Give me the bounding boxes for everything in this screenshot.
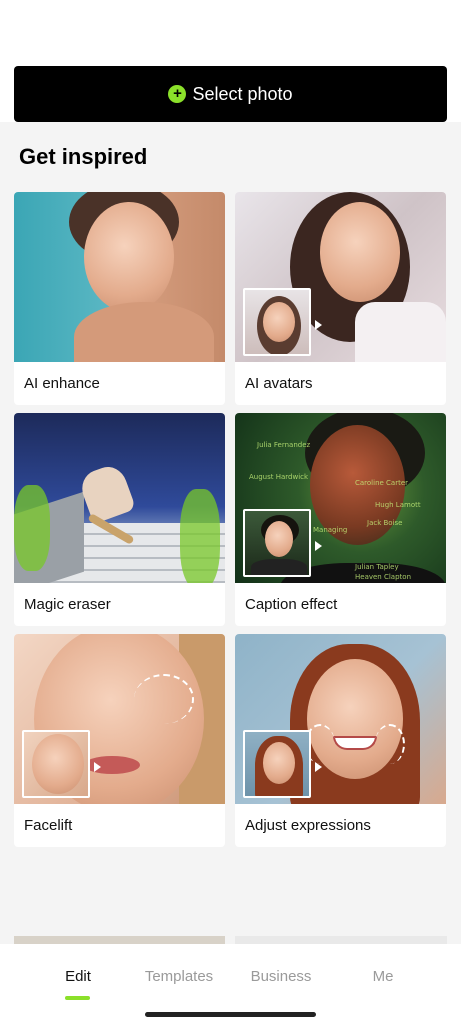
card-adjust-expressions[interactable]: Adjust expressions [235,634,446,847]
nav-item-edit[interactable]: Edit [28,968,128,985]
erase-highlight [180,489,220,583]
caption-line: Julia Fernandez [257,441,311,449]
thumb-face [265,521,293,557]
nav-item-me[interactable]: Me [333,968,433,985]
section-title: Get inspired [19,144,148,169]
partial-card [235,936,447,944]
plus-circle-icon: + [168,85,187,103]
expression-source-thumbnail [243,730,311,798]
magic-eraser-preview-image [14,413,225,583]
caption-source-thumbnail [243,509,311,577]
card-label: AI avatars [245,375,313,392]
avatar-source-thumbnail [243,288,311,356]
thumb-shirt [251,559,307,575]
lift-curve [134,674,194,724]
home-indicator[interactable] [145,1012,316,1017]
card-magic-eraser[interactable]: Magic eraser [14,413,225,626]
bottom-navigation: Edit Templates Business Me [0,944,461,1024]
active-tab-indicator [65,996,90,1000]
card-ai-avatars[interactable]: AI avatars [235,192,446,405]
card-label: Magic eraser [24,596,111,613]
caption-line: Jack Boise [367,519,403,527]
card-label: Caption effect [245,596,338,613]
card-ai-enhance[interactable]: AI enhance [14,192,225,405]
facelift-source-thumbnail [22,730,90,798]
next-row-partial [14,936,447,944]
caption-line: August Hardwick [249,473,309,481]
play-arrow-icon [315,320,322,330]
facelift-preview-image [14,634,225,804]
play-arrow-icon [94,762,101,772]
card-label: Adjust expressions [245,817,371,834]
erase-highlight [14,485,50,571]
card-label: AI enhance [24,375,100,392]
thumb-face [263,742,295,784]
ai-avatars-preview-image [235,192,446,362]
card-label: Facelift [24,817,73,834]
card-caption-effect[interactable]: Julia Fernandez August Hardwick Caroline… [235,413,446,626]
inspiration-grid: AI enhance AI avatars Magic eraser Julia… [14,192,447,847]
shoulder-shape [74,302,214,362]
nav-item-templates[interactable]: Templates [129,968,229,985]
caption-effect-preview-image: Julia Fernandez August Hardwick Caroline… [235,413,446,583]
caption-line: Managing [313,526,348,534]
caption-line: Caroline Carter [355,479,409,487]
play-arrow-icon [315,541,322,551]
select-photo-label: Select photo [192,83,293,104]
inspiration-feed[interactable]: Get inspired AI enhance AI avatars Magic… [0,122,461,944]
caption-line: Hugh Lamott [375,501,421,509]
blouse-shape [355,302,446,362]
caption-line: Heaven Clapton [355,573,411,581]
skater-shape [76,461,137,525]
face-shape [84,202,174,312]
card-facelift[interactable]: Facelift [14,634,225,847]
lips-shape [84,756,140,774]
partial-card [14,936,225,944]
top-spacer [0,0,461,66]
thumb-face [32,734,84,794]
expression-curve [375,724,405,764]
play-arrow-icon [315,762,322,772]
adjust-expressions-preview-image [235,634,446,804]
ai-enhance-preview-image [14,192,225,362]
select-photo-button[interactable]: + Select photo [14,66,447,122]
nav-item-business[interactable]: Business [231,968,331,985]
caption-line: Julian Tapley [355,563,399,571]
face-shape [320,202,400,302]
thumb-face [263,302,295,342]
